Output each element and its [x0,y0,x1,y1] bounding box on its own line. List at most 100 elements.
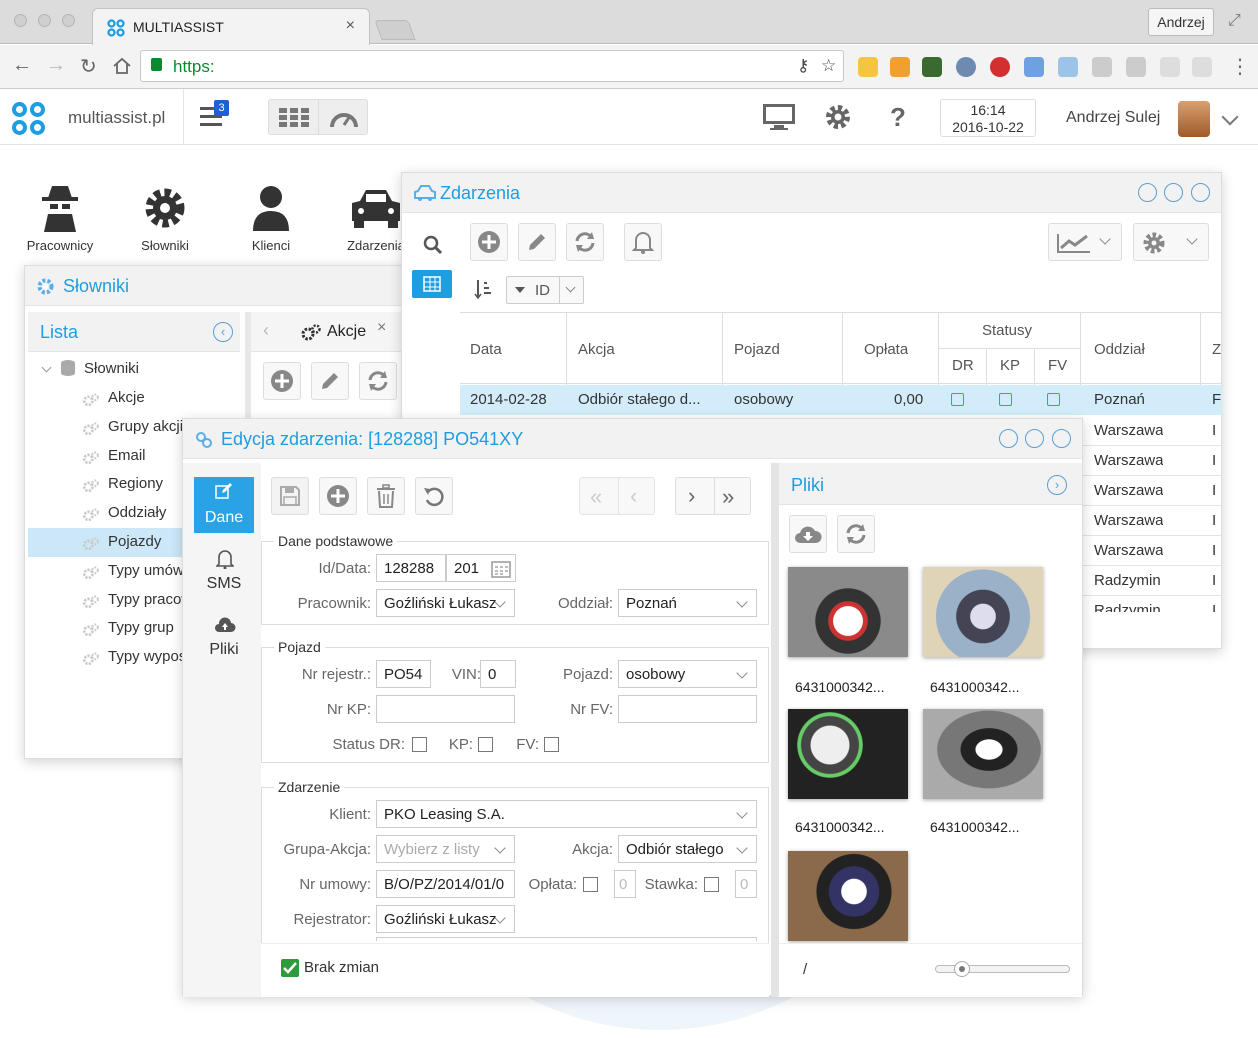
table-row[interactable]: Radzymin I [1080,566,1222,596]
sort-icon[interactable] [474,279,492,299]
nr-rej-field[interactable]: PO54 [376,660,431,688]
translate-icon[interactable] [1024,57,1044,77]
add-button[interactable] [263,362,301,400]
maximize-icon[interactable] [1025,429,1044,448]
col-dr[interactable]: DR [952,357,974,374]
table-view-button[interactable] [412,270,452,298]
zoom-window-button[interactable] [62,14,75,27]
extension-icon[interactable] [1058,57,1078,77]
address-bar[interactable]: https: ⚷ ☆ [140,50,844,82]
undo-button[interactable] [415,477,453,515]
desktop-icon-pracownicy[interactable]: Pracownicy [12,178,108,253]
nr-umowy-field[interactable]: B/O/PZ/2014/01/0 [376,870,515,898]
dashboard-icon[interactable] [329,107,359,129]
extension-icon[interactable] [922,57,942,77]
file-thumbnail[interactable] [788,851,908,941]
adblock-icon[interactable] [990,57,1010,77]
next-record-icon[interactable]: › [688,483,695,509]
last-record-icon[interactable]: » [722,484,734,510]
back-icon[interactable]: ← [12,54,32,77]
col-oplata[interactable]: Opłata [864,341,908,358]
file-name[interactable]: 6431000342... [930,819,1020,835]
chevron-down-icon[interactable] [1221,108,1239,126]
calendar-icon[interactable] [491,560,511,578]
file-name[interactable]: 6431000342... [930,679,1020,695]
chart-dropdown[interactable] [1048,223,1122,261]
stawka-field[interactable]: 0 [735,870,757,898]
extension-icon[interactable] [1126,57,1146,77]
oddzial-select[interactable]: Poznań [618,589,757,617]
refresh-files-button[interactable] [837,515,875,553]
extension-icon[interactable] [1192,57,1212,77]
akcja-select[interactable]: Odbiór stałego [618,835,757,863]
search-icon[interactable] [423,235,443,255]
collapse-right-icon[interactable]: › [1047,475,1067,495]
close-tab-icon[interactable]: × [377,319,386,337]
oplata-field[interactable]: 0 [614,870,636,898]
delete-button[interactable] [367,477,405,515]
minimize-window-button[interactable] [38,14,51,27]
rss-icon[interactable] [890,57,910,77]
refresh-button[interactable] [566,223,604,261]
col-data[interactable]: Data [470,341,502,358]
tree-root-label[interactable]: Słowniki [84,360,139,377]
file-thumbnail[interactable] [788,709,908,799]
col-fv[interactable]: FV [1048,357,1067,374]
first-record-icon[interactable]: « [590,484,602,510]
grupa-akcja-select[interactable]: Wybierz z listy [376,835,515,863]
forward-icon[interactable]: → [46,54,66,77]
minimize-icon[interactable] [999,429,1018,448]
extension-icon[interactable] [1160,57,1180,77]
globe-icon[interactable] [956,57,976,77]
zoom-slider[interactable] [935,961,1070,977]
pojazd-select[interactable]: osobowy [618,660,757,688]
extension-icon[interactable] [858,57,878,77]
monitor-icon[interactable] [762,103,796,131]
browser-menu-icon[interactable]: ⋮ [1230,54,1250,79]
maximize-icon[interactable] [1164,183,1183,202]
sort-field-select[interactable]: ID [506,276,584,304]
close-icon[interactable] [1191,183,1210,202]
grid-view-icon[interactable] [279,108,309,128]
rejestrator-select[interactable]: Goźliński Łukasz [376,905,515,933]
settings-dropdown[interactable] [1133,223,1209,261]
collapse-left-icon[interactable]: ‹ [213,322,233,342]
side-tab-sms[interactable]: SMS [194,549,254,599]
close-icon[interactable] [1052,429,1071,448]
edit-button[interactable] [518,223,556,261]
stawka-checkbox[interactable] [704,877,719,892]
file-name[interactable]: 6431000342... [795,679,885,695]
profile-button[interactable]: Andrzej [1148,8,1214,36]
user-name[interactable]: Andrzej Sulej [1066,109,1160,127]
file-thumbnail[interactable] [788,567,908,657]
status-fv-checkbox[interactable] [1047,393,1060,406]
tree-expand-icon[interactable] [41,362,52,373]
help-icon[interactable]: ? [890,102,906,133]
file-name[interactable]: 6431000342... [795,819,885,835]
col-z[interactable]: Z [1212,341,1221,358]
table-row[interactable]: Radzymin I [1080,596,1222,612]
avatar[interactable] [1178,101,1210,137]
kp-checkbox[interactable] [478,737,493,752]
file-thumbnail[interactable] [923,567,1043,657]
oplata-checkbox[interactable] [583,877,598,892]
side-tab-dane[interactable]: Dane [194,477,254,533]
bookmark-star-icon[interactable]: ☆ [821,56,836,76]
status-dr-checkbox[interactable] [412,737,427,752]
klient-select[interactable]: PKO Leasing S.A. [376,800,757,828]
nr-fv-field[interactable] [618,695,757,723]
fv-checkbox[interactable] [544,737,559,752]
nr-kp-field[interactable] [376,695,515,723]
col-kp[interactable]: KP [1000,357,1020,374]
table-row[interactable]: Warszawa I [1080,506,1222,536]
settings-gear-icon[interactable] [824,103,852,131]
tab-akcje[interactable]: Akcje [327,323,366,341]
col-pojazd[interactable]: Pojazd [734,341,780,358]
key-icon[interactable]: ⚷ [797,56,809,76]
date-field[interactable]: 201 [446,554,516,582]
add-button[interactable] [319,477,357,515]
desktop-icon-slowniki[interactable]: Słowniki [117,178,213,253]
table-row[interactable]: 2014-02-28 Odbiór stałego d... osobowy 0… [460,385,1222,415]
save-button[interactable] [271,477,309,515]
table-row[interactable]: Warszawa I [1080,446,1222,476]
